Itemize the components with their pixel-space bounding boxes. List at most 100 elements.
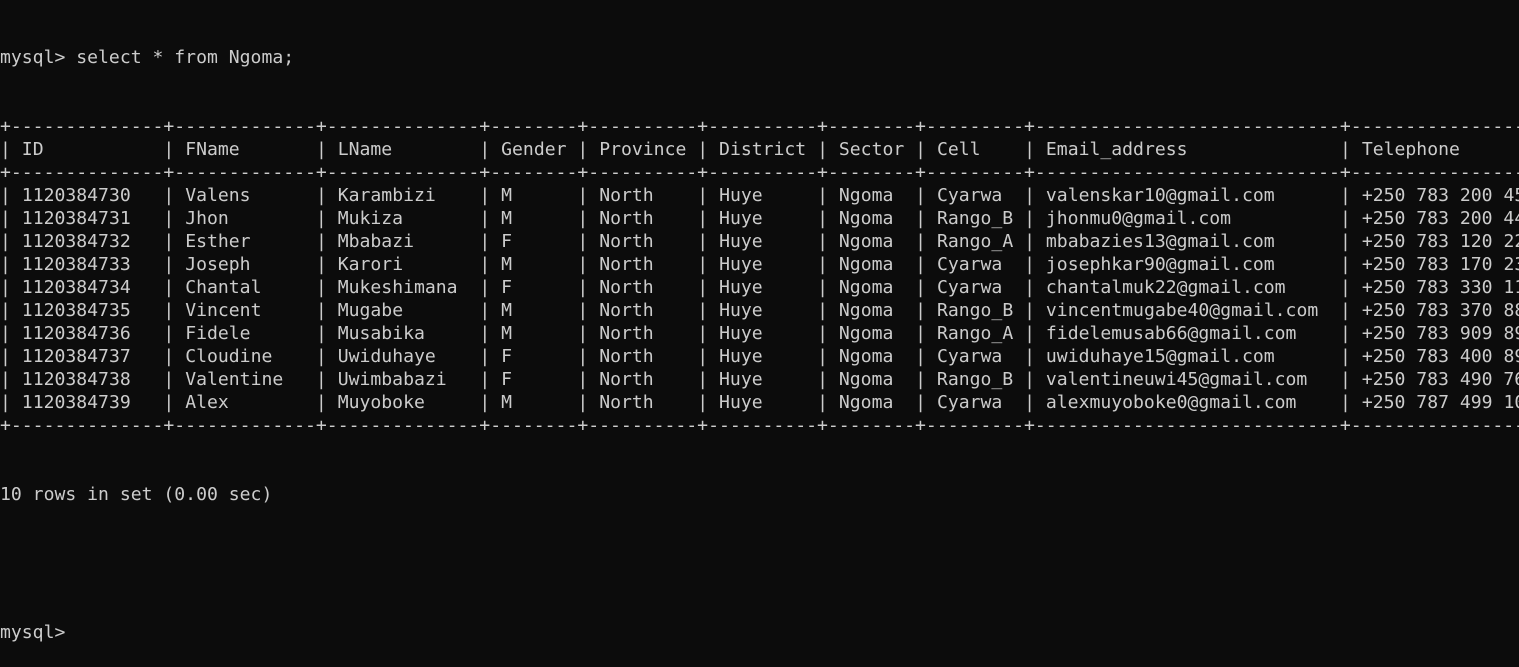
table-cell: jhonmu0@gmail.com (1045, 208, 1232, 229)
table-cell: alexmuyoboke0@gmail.com (1045, 392, 1297, 413)
table-header: | ID | FName | LName | Gender | Province… (0, 139, 1460, 160)
table-cell: Karambizi (337, 185, 436, 206)
table-cell: Vincent (185, 300, 262, 321)
table-row: | 1120384736 | Fidele | Musabika | M | N… (0, 322, 1519, 345)
table-cell: Cyarwa (936, 277, 1003, 298)
table-cell: Ngoma (838, 392, 894, 413)
table-cell: M (501, 254, 513, 275)
table-cell: Musabika (337, 323, 425, 344)
table-cell: valentineuwi45@gmail.com (1045, 369, 1308, 390)
table-cell: North (599, 254, 654, 275)
table-cell: Alex (185, 392, 229, 413)
table-cell: Huye (719, 231, 763, 252)
table-cell: Ngoma (838, 185, 894, 206)
table-cell: 1120384730 (21, 185, 131, 206)
column-header: Email_address (1045, 139, 1188, 160)
table-cell: North (599, 185, 654, 206)
table-cell: Mbabazi (337, 231, 414, 252)
column-header: Gender (501, 139, 567, 160)
result-summary: 10 rows in set (0.00 sec) (0, 484, 273, 505)
table-cell: Huye (719, 300, 763, 321)
table-cell: F (501, 346, 513, 367)
terminal-window[interactable]: mysql> select * from Ngoma; +-----------… (0, 0, 1519, 643)
table-cell: 1120384739 (21, 392, 131, 413)
table-row: | 1120384731 | Jhon | Mukiza | M | North… (0, 207, 1519, 230)
table-cell: +250 783 170 233 (1361, 254, 1519, 275)
table-row: | 1120384734 | Chantal | Mukeshimana | F… (0, 276, 1519, 299)
table-cell: +250 783 200 444 (1361, 208, 1519, 229)
column-header: ID (21, 139, 44, 160)
prompt: mysql> (0, 622, 66, 643)
table-cell: M (501, 323, 513, 344)
table-cell: Joseph (185, 254, 251, 275)
column-header: Cell (936, 139, 981, 160)
table-cell: Cyarwa (936, 346, 1003, 367)
table-cell: M (501, 185, 513, 206)
table-cell: Huye (719, 346, 763, 367)
table-cell: Cloudine (185, 346, 273, 367)
table-cell: Ngoma (838, 369, 894, 390)
table-cell: Rango_A (936, 323, 1014, 344)
table-cell: Rango_B (936, 300, 1014, 321)
table-cell: +250 783 490 767 (1361, 369, 1519, 390)
table-cell: Mugabe (337, 300, 404, 321)
table-cell: Cyarwa (936, 392, 1003, 413)
table-cell: North (599, 392, 654, 413)
table-row: | 1120384735 | Vincent | Mugabe | M | No… (0, 299, 1519, 322)
table-cell: +250 783 120 224 (1361, 231, 1519, 252)
table-cell: M (501, 300, 513, 321)
table-row: | 1120384739 | Alex | Muyoboke | M | Nor… (0, 391, 1519, 414)
table-cell: +250 783 330 111 (1361, 277, 1519, 298)
table-cell: M (501, 208, 513, 229)
table-cell: 1120384738 (21, 369, 131, 390)
column-header: District (719, 139, 807, 160)
table-cell: North (599, 323, 654, 344)
table-cell: +250 783 909 890 (1361, 323, 1519, 344)
table-cell: M (501, 392, 513, 413)
table-cell: Huye (719, 323, 763, 344)
table-cell: Huye (719, 208, 763, 229)
table-cell: Karori (337, 254, 404, 275)
result-table: +--------------+-------------+----------… (0, 115, 1519, 437)
table-cell: Ngoma (838, 208, 894, 229)
table-cell: Fidele (185, 323, 251, 344)
table-cell: Chantal (185, 277, 262, 298)
table-cell: Valentine (185, 369, 284, 390)
table-cell: Ngoma (838, 346, 894, 367)
table-cell: vincentmugabe40@gmail.com (1045, 300, 1319, 321)
column-header: FName (185, 139, 240, 160)
table-cell: Uwimbabazi (337, 369, 447, 390)
table-cell: North (599, 346, 654, 367)
table-cell: 1120384733 (21, 254, 131, 275)
table-cell: Mukeshimana (337, 277, 458, 298)
table-cell: Ngoma (838, 323, 894, 344)
table-cell: Huye (719, 277, 763, 298)
table-cell: uwiduhaye15@gmail.com (1045, 346, 1275, 367)
table-cell: North (599, 369, 654, 390)
table-cell: North (599, 277, 654, 298)
table-cell: Esther (185, 231, 251, 252)
table-cell: Valens (185, 185, 251, 206)
table-cell: Cyarwa (936, 185, 1003, 206)
table-cell: Ngoma (838, 300, 894, 321)
table-cell: Ngoma (838, 254, 894, 275)
table-row: | 1120384730 | Valens | Karambizi | M | … (0, 184, 1519, 207)
prompt-line[interactable]: mysql> (0, 621, 1519, 644)
table-row: | 1120384737 | Cloudine | Uwiduhaye | F … (0, 345, 1519, 368)
table-cell: Ngoma (838, 231, 894, 252)
table-cell: Uwiduhaye (337, 346, 436, 367)
table-cell: 1120384732 (21, 231, 131, 252)
table-border-bottom: +--------------+-------------+----------… (0, 415, 1519, 436)
table-cell: +250 787 499 101 (1361, 392, 1519, 413)
table-cell: 1120384731 (21, 208, 131, 229)
table-cell: 1120384737 (21, 346, 131, 367)
table-cell: fidelemusab66@gmail.com (1045, 323, 1297, 344)
table-cell: Huye (719, 185, 763, 206)
table-cell: josephkar90@gmail.com (1045, 254, 1275, 275)
table-cell: North (599, 208, 654, 229)
table-cell: Rango_A (936, 231, 1014, 252)
table-cell: valenskar10@gmail.com (1045, 185, 1275, 206)
table-border-top: +--------------+-------------+----------… (0, 116, 1519, 137)
table-cell: Rango_B (936, 369, 1014, 390)
